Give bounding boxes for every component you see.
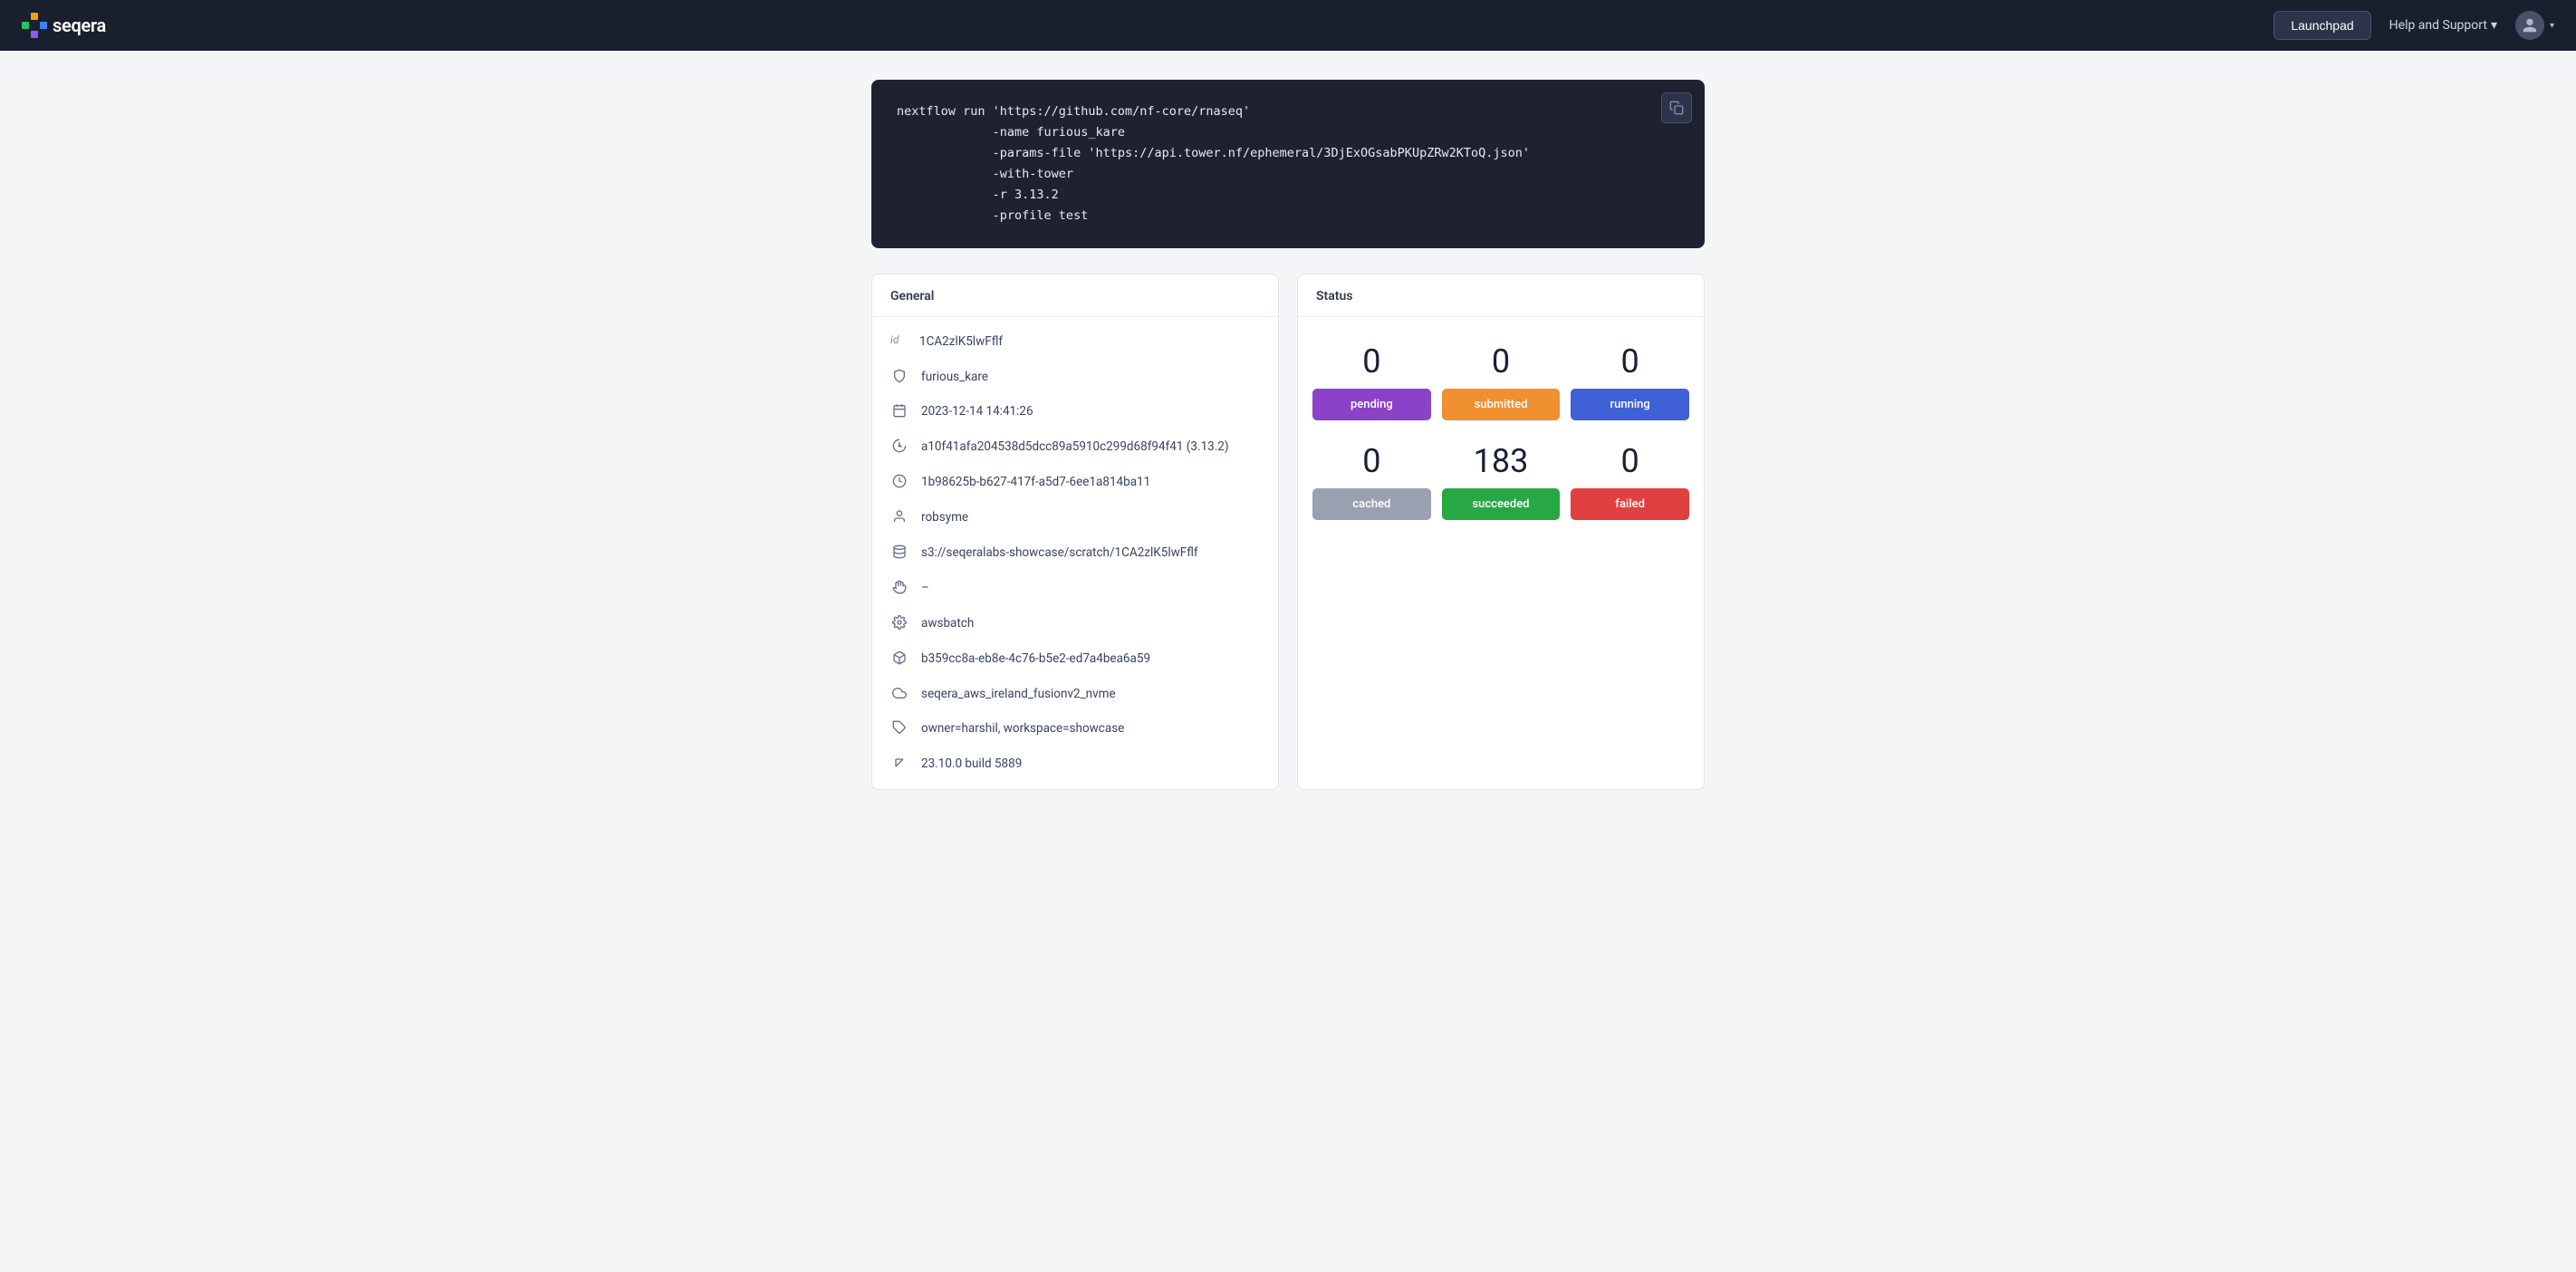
command-text: nextflow run 'https://github.com/nf-core… [897,101,1679,226]
info-row-uuid: 1b98625b-b627-417f-a5d7-6ee1a814ba11 [872,465,1278,500]
seqera-logo[interactable]: seqera [22,13,106,38]
info-row-tag: owner=harshil, workspace=showcase [872,711,1278,747]
info-row-date: 2023-12-14 14:41:26 [872,394,1278,429]
cloud-value: seqera_aws_ireland_fusionv2_nvme [921,686,1260,703]
storage-value: s3://seqeralabs-showcase/scratch/1CA2zlK… [921,544,1260,562]
status-number-submitted: 0 [1492,332,1510,389]
info-row-id: id 1CA2zlK5lwFflf [872,324,1278,360]
panels-row: General id 1CA2zlK5lwFflf furious_kare [871,274,1705,791]
launchpad-button[interactable]: Launchpad [2273,11,2370,40]
navbar: seqera Launchpad Help and Support ▾ ▾ [0,0,2576,51]
info-row-cloud: seqera_aws_ireland_fusionv2_nvme [872,677,1278,712]
user-menu[interactable]: ▾ [2515,11,2554,40]
info-row-storage: s3://seqeralabs-showcase/scratch/1CA2zlK… [872,535,1278,571]
status-cell-running: 0running [1571,332,1689,420]
user-icon [2522,17,2538,34]
main-content: nextflow run 'https://github.com/nf-core… [853,51,1723,819]
gear-value: awsbatch [921,615,1260,632]
help-support-chevron: ▾ [2491,18,2497,33]
info-row-gear: awsbatch [872,606,1278,641]
status-panel-header: Status [1298,275,1704,317]
info-row-version: 23.10.0 build 5889 [872,747,1278,782]
logo-text: seqera [53,14,106,36]
hand-value: – [921,580,1260,597]
status-badge-cached[interactable]: cached [1312,488,1431,520]
nf-icon [890,756,908,770]
copy-icon [1669,101,1684,115]
navbar-actions: Launchpad Help and Support ▾ ▾ [2273,11,2554,40]
hash-icon [890,438,908,453]
status-badge-failed[interactable]: failed [1571,488,1689,520]
info-row-box: b359cc8a-eb8e-4c76-b5e2-ed7a4bea6a59 [872,641,1278,677]
status-number-pending: 0 [1362,332,1380,389]
status-badge-pending[interactable]: pending [1312,389,1431,420]
tag-value: owner=harshil, workspace=showcase [921,720,1260,737]
gear-icon [890,615,908,630]
avatar[interactable] [2515,11,2544,40]
calendar-icon [890,403,908,418]
status-panel: Status 0pending0submitted0running0cached… [1297,274,1705,791]
info-row-name: furious_kare [872,360,1278,395]
database-icon [890,544,908,559]
status-grid: 0pending0submitted0running0cached183succ… [1298,317,1704,535]
status-number-failed: 0 [1621,431,1639,488]
status-cell-pending: 0pending [1312,332,1431,420]
cloud-icon [890,686,908,700]
seqera-logo-icon [22,13,47,38]
info-row-hand: – [872,571,1278,606]
shield-icon [890,369,908,383]
info-row-user: robsyme [872,500,1278,535]
clock-icon [890,474,908,488]
general-panel-body: id 1CA2zlK5lwFflf furious_kare 2023-12-1… [872,317,1278,790]
copy-button[interactable] [1661,92,1692,123]
status-badge-running[interactable]: running [1571,389,1689,420]
status-number-succeeded: 183 [1474,431,1529,488]
command-code-block: nextflow run 'https://github.com/nf-core… [871,80,1705,248]
status-cell-failed: 0failed [1571,431,1689,520]
user-value: robsyme [921,509,1260,526]
info-row-hash: a10f41afa204538d5dcc89a5910c299d68f94f41… [872,429,1278,465]
person-icon [890,509,908,524]
general-panel-header: General [872,275,1278,317]
status-number-running: 0 [1621,332,1639,389]
tag-icon [890,720,908,735]
uuid-value: 1b98625b-b627-417f-a5d7-6ee1a814ba11 [921,474,1260,491]
status-badge-succeeded[interactable]: succeeded [1442,488,1561,520]
user-chevron: ▾ [2550,21,2554,31]
version-value: 23.10.0 build 5889 [921,756,1260,773]
status-badge-submitted[interactable]: submitted [1442,389,1561,420]
status-cell-succeeded: 183succeeded [1442,431,1561,520]
box-icon [890,650,908,665]
status-number-cached: 0 [1362,431,1380,488]
status-cell-cached: 0cached [1312,431,1431,520]
id-value: 1CA2zlK5lwFflf [919,333,1260,351]
hand-icon [890,580,908,594]
box-value: b359cc8a-eb8e-4c76-b5e2-ed7a4bea6a59 [921,650,1260,668]
general-panel: General id 1CA2zlK5lwFflf furious_kare [871,274,1279,791]
help-support-label: Help and Support [2389,18,2487,33]
status-cell-submitted: 0submitted [1442,332,1561,420]
name-value: furious_kare [921,369,1260,386]
help-support-menu[interactable]: Help and Support ▾ [2389,18,2497,33]
hash-value: a10f41afa204538d5dcc89a5910c299d68f94f41… [921,438,1260,456]
id-label: id [890,333,907,346]
date-value: 2023-12-14 14:41:26 [921,403,1260,420]
brand-area: seqera [22,13,2273,38]
